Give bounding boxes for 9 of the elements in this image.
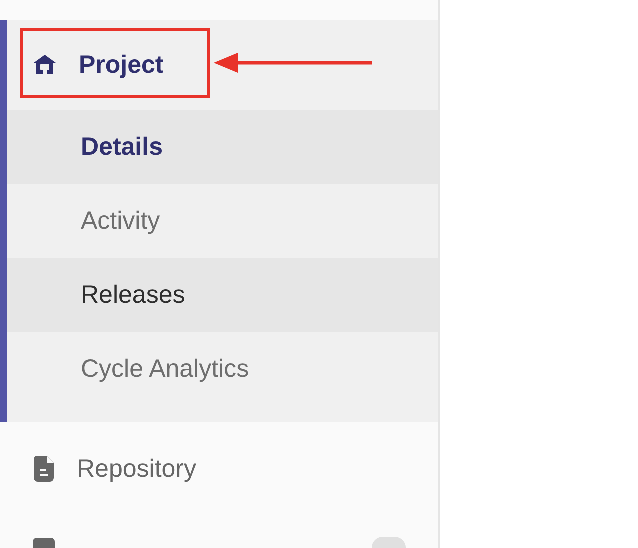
document-icon [33,455,55,483]
nav-subitem[interactable]: Activity [7,184,438,258]
nav-section-title[interactable]: Project [79,50,164,80]
nav-subitem[interactable]: Releases [7,258,438,332]
home-icon [33,54,57,76]
nav-subitem[interactable]: Cycle Analytics [7,332,438,406]
nav-item[interactable]: Repository [77,454,196,484]
nav-subitem[interactable]: Details [7,110,438,184]
issues-icon [33,538,55,548]
